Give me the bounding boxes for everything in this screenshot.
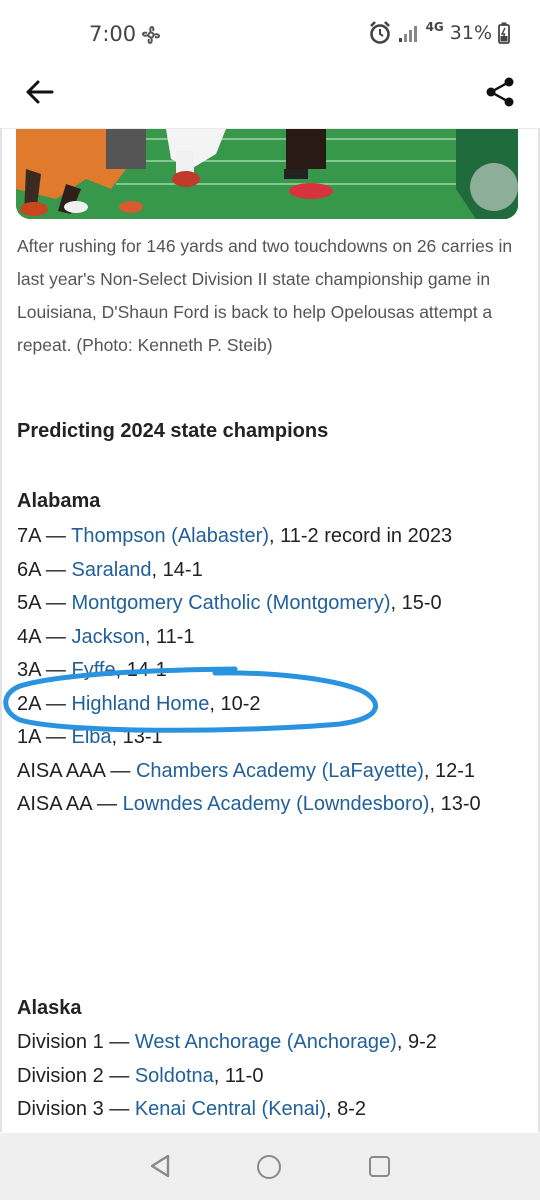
alaska-champions-list: Division 1 — West Anchorage (Anchorage),… xyxy=(17,1026,529,1127)
list-item: 6A — Saraland, 14-1 xyxy=(17,558,203,581)
status-icons: 4G 31% xyxy=(368,20,510,46)
list-item: AISA AAA — Chambers Academy (LaFayette),… xyxy=(17,759,476,782)
state-heading-alabama: Alabama xyxy=(17,490,101,512)
team-link[interactable]: Chambers Academy (LaFayette) xyxy=(136,760,424,782)
list-item: 2A — Highland Home, 10-2 xyxy=(17,692,261,715)
network-type-label: 4G xyxy=(425,20,444,34)
team-link[interactable]: Soldotna xyxy=(135,1065,214,1087)
alabama-champions-list: 7A — Thompson (Alabaster), 11-2 record i… xyxy=(17,520,529,822)
team-link[interactable]: Fyffe xyxy=(71,659,115,681)
battery-charging-icon xyxy=(498,22,510,44)
signal-icon xyxy=(398,26,417,42)
fan-icon xyxy=(142,26,160,44)
system-nav-bar xyxy=(0,1133,540,1200)
list-item: 1A — Elba, 13-1 xyxy=(17,726,163,748)
team-link[interactable]: Highland Home xyxy=(71,693,209,715)
article-content[interactable]: After rushing for 146 yards and two touc… xyxy=(0,128,540,1132)
share-icon[interactable] xyxy=(482,74,518,110)
nav-recents-icon[interactable] xyxy=(369,1156,390,1177)
state-heading-alaska: Alaska xyxy=(17,997,82,1019)
list-item: AISA AA — Lowndes Academy (Lowndesboro),… xyxy=(17,793,481,815)
team-link[interactable]: Jackson xyxy=(71,626,144,648)
battery-percentage: 31% xyxy=(449,22,492,44)
section-title: Predicting 2024 state champions xyxy=(17,420,329,442)
alarm-icon xyxy=(369,21,390,44)
team-link[interactable]: Elba xyxy=(71,726,111,748)
nav-home-icon[interactable] xyxy=(257,1155,281,1179)
team-link[interactable]: Thompson (Alabaster) xyxy=(71,525,269,547)
list-item: 3A — Fyffe, 14-1 xyxy=(17,659,167,681)
nav-back-icon[interactable] xyxy=(148,1153,172,1179)
team-link[interactable]: Kenai Central (Kenai) xyxy=(135,1098,326,1120)
list-item: Division 1 — West Anchorage (Anchorage),… xyxy=(17,1031,437,1053)
back-arrow-icon[interactable] xyxy=(22,74,58,110)
football-players-illustration xyxy=(16,129,518,219)
list-item: 4A — Jackson, 11-1 xyxy=(17,625,195,648)
article-photo xyxy=(16,129,518,219)
status-time: 7:00 xyxy=(89,22,137,46)
app-bar xyxy=(0,60,540,126)
team-link[interactable]: West Anchorage (Anchorage) xyxy=(135,1031,397,1053)
photo-caption: After rushing for 146 yards and two touc… xyxy=(17,236,513,355)
team-link[interactable]: Saraland xyxy=(71,559,151,581)
list-item: 5A — Montgomery Catholic (Montgomery), 1… xyxy=(17,592,442,614)
team-link[interactable]: Lowndes Academy (Lowndesboro) xyxy=(123,793,430,815)
team-link[interactable]: Montgomery Catholic (Montgomery) xyxy=(71,592,390,614)
list-item: 7A — Thompson (Alabaster), 11-2 record i… xyxy=(17,525,453,547)
list-item: Division 2 — Soldotna, 11-0 xyxy=(17,1064,264,1087)
list-item: Division 3 — Kenai Central (Kenai), 8-2 xyxy=(17,1098,367,1120)
